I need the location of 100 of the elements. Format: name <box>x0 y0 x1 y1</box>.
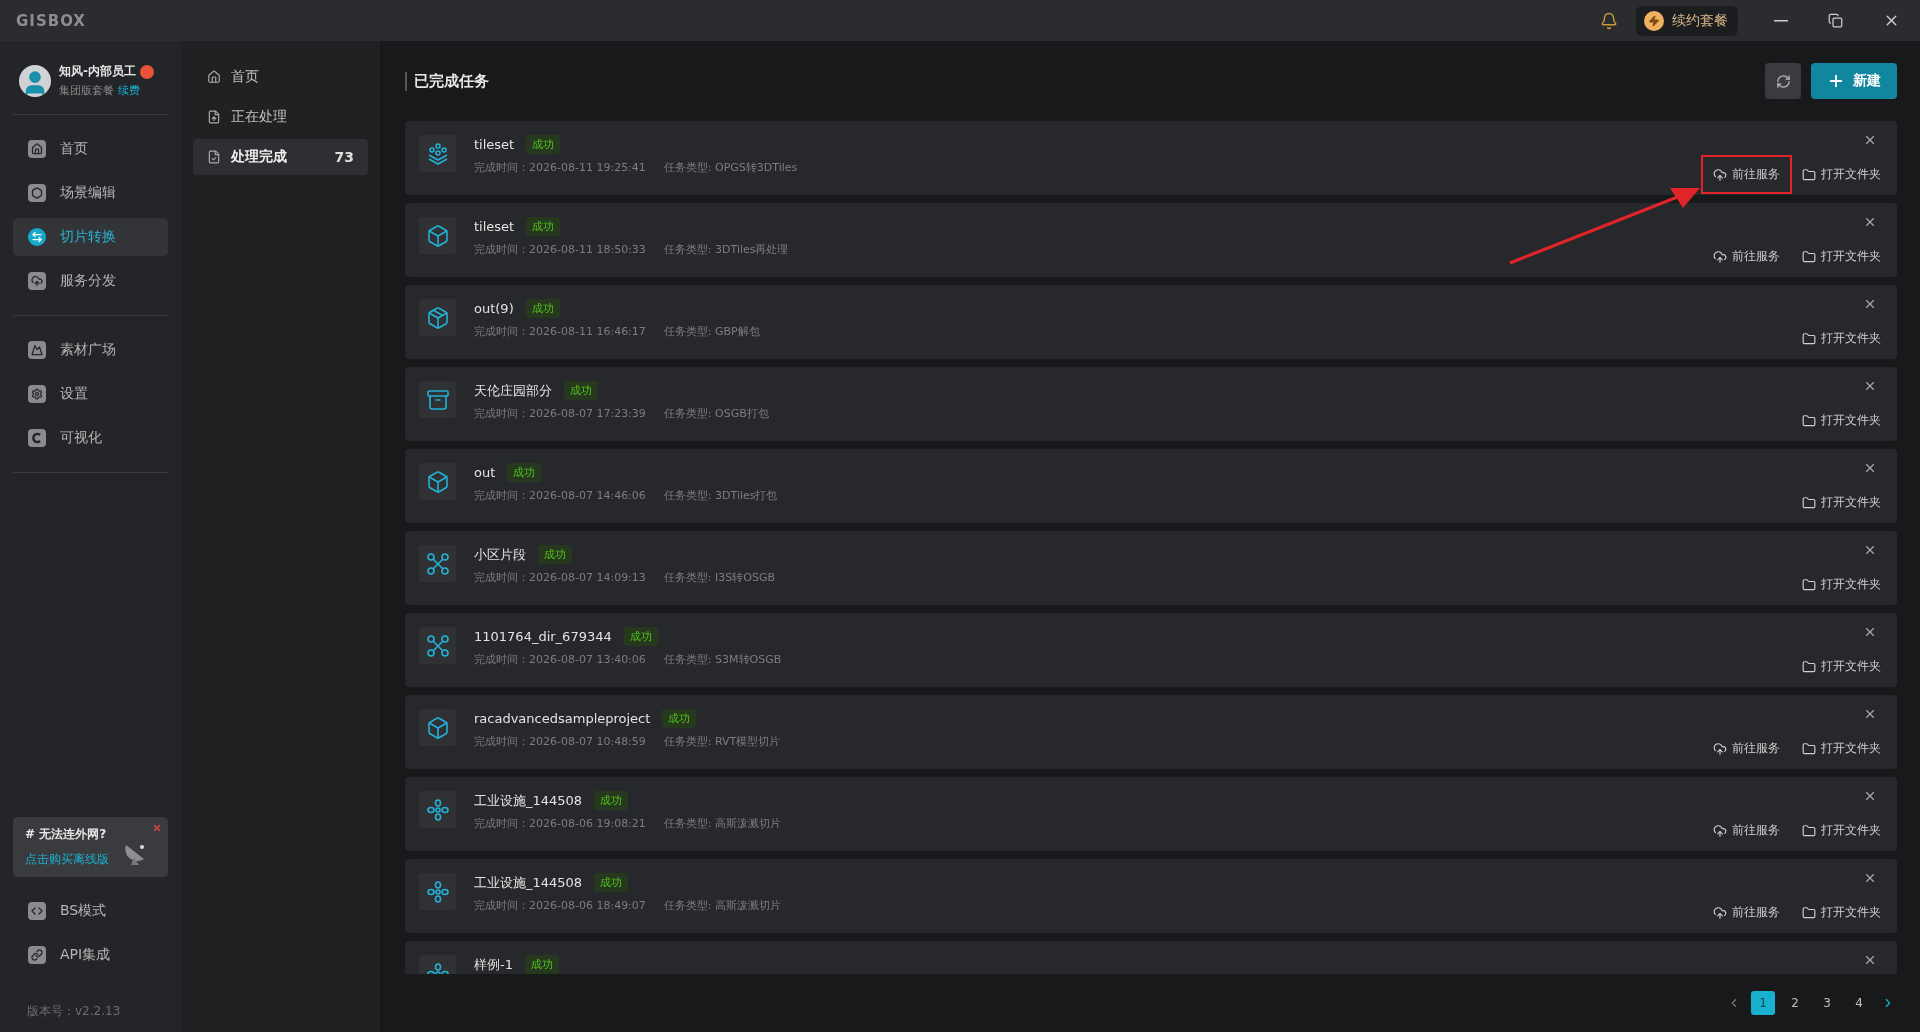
task-name: out <box>474 465 496 480</box>
folder-icon <box>1802 823 1816 838</box>
go-to-service-button[interactable]: 前往服务 <box>1709 736 1784 761</box>
sub-nav-item[interactable]: 处理完成 73 <box>193 139 368 175</box>
c-logo-icon <box>31 432 43 444</box>
open-folder-button[interactable]: 打开文件夹 <box>1798 900 1885 925</box>
task-type: 任务类型: GBP解包 <box>663 324 760 339</box>
nav-item[interactable]: 场景编辑 <box>13 174 168 212</box>
completion-time: 完成时间：2026-08-07 14:09:13 <box>474 570 646 585</box>
close-icon <box>1863 461 1877 475</box>
close-button[interactable] <box>1863 707 1877 721</box>
swap-icon <box>31 231 43 243</box>
completion-time: 完成时间：2026-08-07 17:23:39 <box>474 406 646 421</box>
folder-icon <box>1802 659 1816 674</box>
nav-item[interactable]: 设置 <box>13 375 168 413</box>
nav-item[interactable]: 首页 <box>13 130 168 168</box>
status-badge: 成功 <box>594 791 629 810</box>
page-button[interactable]: 4 <box>1847 991 1871 1015</box>
nav-item[interactable]: 可视化 <box>13 419 168 457</box>
refresh-icon <box>1775 73 1791 89</box>
cube-icon <box>425 715 450 740</box>
nav-item[interactable]: API集成 <box>13 936 168 974</box>
nav-item[interactable]: 服务分发 <box>13 262 168 300</box>
user-name: 知风-内部员工 <box>59 63 136 80</box>
page-button[interactable]: 2 <box>1783 991 1807 1015</box>
close-button[interactable] <box>1863 789 1877 803</box>
task-type: 任务类型: 3DTiles再处理 <box>663 242 789 257</box>
close-button[interactable] <box>1863 215 1877 229</box>
offline-promo-card[interactable]: # 无法连外网? 点击购买离线版 <box>13 817 168 877</box>
page-title: 已完成任务 <box>405 71 1755 91</box>
task-name: 工业设施_144508 <box>474 791 583 810</box>
refresh-button[interactable] <box>1765 63 1801 99</box>
completion-time: 完成时间：2026-08-06 18:49:07 <box>474 898 646 913</box>
close-button[interactable] <box>1863 297 1877 311</box>
status-badge: 成功 <box>594 873 629 892</box>
nav-item[interactable]: 素材广场 <box>13 331 168 369</box>
go-to-service-button[interactable]: 前往服务 <box>1709 900 1784 925</box>
task-name: 天伦庄园部分 <box>474 381 552 400</box>
count-label: 73 <box>334 149 354 165</box>
open-folder-button[interactable]: 打开文件夹 <box>1798 408 1885 433</box>
close-button[interactable] <box>1863 133 1877 147</box>
restore-icon <box>1828 13 1843 28</box>
status-badge: 成功 <box>538 545 572 564</box>
renew-link[interactable]: 续费 <box>118 83 140 98</box>
open-folder-button[interactable]: 打开文件夹 <box>1798 572 1885 597</box>
cube-icon <box>425 469 450 494</box>
go-to-service-button[interactable]: 前往服务 <box>1709 818 1784 843</box>
completion-time: 完成时间：2026-08-06 19:08:21 <box>474 816 646 831</box>
close-button[interactable] <box>1863 379 1877 393</box>
task-name: racadvancedsampleproject <box>474 711 651 726</box>
task-name: tileset <box>474 137 515 152</box>
settings-icon <box>31 388 43 400</box>
folder-icon <box>1802 167 1816 182</box>
go-to-service-button[interactable]: 前往服务 <box>1701 155 1792 194</box>
minimize-icon <box>1774 19 1788 22</box>
open-folder-button[interactable]: 打开文件夹 <box>1798 654 1885 679</box>
close-button[interactable] <box>1863 953 1877 967</box>
completion-time: 完成时间：2026-08-11 16:46:17 <box>474 324 646 339</box>
promo-link[interactable]: 点击购买离线版 <box>25 851 109 868</box>
drone-icon <box>425 633 450 658</box>
completion-time: 完成时间：2026-08-07 10:48:59 <box>474 734 646 749</box>
renew-plan-button[interactable]: 续约套餐 <box>1636 5 1738 36</box>
task-type: 任务类型: 高斯泼溅切片 <box>663 816 782 831</box>
sub-nav-item[interactable]: 首页 <box>193 59 368 95</box>
task-type: 任务类型: OSGB打包 <box>663 406 769 421</box>
go-to-service-button[interactable]: 前往服务 <box>1709 244 1784 269</box>
flower-icon <box>425 797 450 822</box>
close-button[interactable] <box>1863 543 1877 557</box>
open-folder-button[interactable]: 打开文件夹 <box>1798 162 1885 187</box>
folder-icon <box>1802 413 1816 428</box>
close-button[interactable] <box>1863 461 1877 475</box>
folder-icon <box>1802 495 1816 510</box>
hexagon-icon <box>31 187 43 199</box>
completion-time: 完成时间：2026-08-11 18:50:33 <box>474 242 646 257</box>
task-name: 工业设施_144508 <box>474 873 583 892</box>
home-icon <box>31 143 43 155</box>
nav-item[interactable]: BS模式 <box>13 892 168 930</box>
sub-nav-item[interactable]: 正在处理 <box>193 99 368 135</box>
open-folder-button[interactable]: 打开文件夹 <box>1798 490 1885 515</box>
bell-icon[interactable] <box>1600 11 1618 30</box>
cloud-upload-icon <box>1713 167 1727 182</box>
close-icon[interactable] <box>152 823 162 833</box>
new-button[interactable]: 新建 <box>1811 63 1897 99</box>
close-button[interactable] <box>1863 625 1877 639</box>
status-badge: 成功 <box>564 381 598 400</box>
cloud-upload-icon <box>1713 905 1727 920</box>
open-folder-button[interactable]: 打开文件夹 <box>1798 736 1885 761</box>
open-folder-button[interactable]: 打开文件夹 <box>1798 818 1885 843</box>
page-button[interactable]: 3 <box>1815 991 1839 1015</box>
status-badge: 成功 <box>526 217 561 236</box>
close-button[interactable] <box>1863 871 1877 885</box>
task-type: 任务类型: S3M转OSGB <box>663 652 782 667</box>
nav-item[interactable]: 切片转换 <box>13 218 168 256</box>
open-folder-button[interactable]: 打开文件夹 <box>1798 244 1885 269</box>
completion-time: 完成时间：2026-08-07 13:40:06 <box>474 652 646 667</box>
task-type: 任务类型: 高斯泼溅切片 <box>663 898 782 913</box>
open-folder-button[interactable]: 打开文件夹 <box>1798 326 1885 351</box>
completion-time: 完成时间：2026-08-11 19:25:41 <box>474 160 646 175</box>
cube-icon <box>425 223 450 248</box>
page-button[interactable]: 1 <box>1751 991 1775 1015</box>
